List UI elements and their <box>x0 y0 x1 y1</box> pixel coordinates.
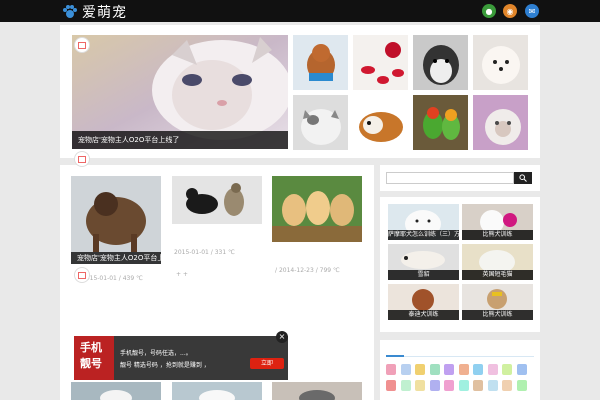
top-bar: 爱萌宠 ● ◉ ✉ <box>0 0 600 22</box>
featured-thumb-husky[interactable] <box>413 35 468 90</box>
post-photo-bottom-2[interactable] <box>172 382 262 400</box>
view-count: 439 ℃ <box>122 275 143 282</box>
post-date: 2014-12-23 <box>278 267 314 274</box>
sidebar-thumb-label[interactable]: 泰迪犬训练 <box>388 310 459 320</box>
sidebar-thumb-label[interactable]: 比熊犬训练 <box>462 310 533 320</box>
tag-item[interactable] <box>386 364 396 375</box>
tag-item[interactable] <box>415 380 425 391</box>
post-date: 2015-01-01 <box>174 249 209 256</box>
ad-banner[interactable]: 手机靓号 手机靓号，号码任选，...。 靓号 精选号码 ，抢到就是赚到 ， 立即 <box>74 336 288 380</box>
post-photo-dogs-play[interactable] <box>172 176 262 224</box>
ad-line-1: 手机靓号，号码任选，...。 <box>120 350 192 357</box>
featured-thumb-parrots[interactable] <box>413 95 468 150</box>
post-meta-3: / 2014-12-23 / 799 ℃ <box>275 267 340 274</box>
tag-item[interactable] <box>429 364 440 375</box>
featured-thumb-guineapig[interactable] <box>353 95 408 150</box>
site-name: 爱萌宠 <box>82 5 127 21</box>
sidebar-thumb-label[interactable]: 萨摩耶犬怎么训练（三）方法很简单 <box>388 230 459 240</box>
view-count: 799 ℃ <box>319 267 340 274</box>
tag-item[interactable] <box>444 364 454 375</box>
sidebar-thumb[interactable]: 比熊犬训练 <box>462 204 533 240</box>
tag-item[interactable] <box>444 380 454 391</box>
tag-item[interactable] <box>386 380 396 391</box>
sidebar-thumb[interactable]: 泰迪犬训练 <box>388 284 459 320</box>
sidebar-thumb-label[interactable]: 雪貂 <box>388 270 459 280</box>
weixin-icon[interactable]: ● <box>482 4 496 18</box>
sidebar-thumb[interactable]: 雪貂 <box>388 244 459 280</box>
featured-main-caption[interactable]: 宠物店'宠物主人O2O平台上线了 <box>72 131 288 149</box>
tag-item[interactable] <box>487 380 498 391</box>
tag-item[interactable] <box>516 364 527 375</box>
tag-item[interactable] <box>516 380 527 391</box>
tag-panel-accent <box>386 355 404 357</box>
tag-item[interactable] <box>458 364 469 375</box>
post-photo-bottom-3[interactable] <box>272 382 362 400</box>
sidebar-thumb[interactable]: 比熊犬训练 <box>462 284 533 320</box>
ad-badge: 手机靓号 <box>74 336 114 380</box>
mail-icon[interactable]: ✉ <box>525 4 539 18</box>
sidebar-thumb[interactable]: 英国短毛猫 <box>462 244 533 280</box>
post-extra: + + <box>176 271 188 278</box>
tag-panel-divider <box>386 356 534 357</box>
featured-thumb-kitten[interactable] <box>293 95 348 150</box>
featured-thumb-pomeranian[interactable] <box>473 35 528 90</box>
featured-main-photo[interactable]: 宠物店'宠物主人O2O平台上线了 <box>72 35 288 149</box>
search-icon <box>519 174 527 182</box>
tag-item[interactable] <box>502 380 512 391</box>
post-meta-2: 2015-01-01 / 331 ℃ <box>174 249 235 256</box>
paw-logo-icon <box>63 5 77 18</box>
featured-thumb-cat-pink[interactable] <box>473 95 528 150</box>
post-photo-bottom-1[interactable] <box>71 382 161 400</box>
tag-item[interactable] <box>473 380 483 391</box>
post-meta-1: 2015-01-01 / 439 ℃ <box>82 275 143 282</box>
sidebar-thumb-label[interactable]: 比熊犬训练 <box>462 230 533 240</box>
tag-item[interactable] <box>400 380 411 391</box>
featured-thumb-poodle[interactable] <box>293 35 348 90</box>
featured-thumb-roses[interactable] <box>353 35 408 90</box>
sidebar-thumb[interactable]: 萨摩耶犬怎么训练（三）方法很简单 <box>388 204 459 240</box>
tag-item[interactable] <box>458 380 469 391</box>
site-logo[interactable]: 爱萌宠 <box>62 2 127 22</box>
tag-item[interactable] <box>473 364 483 375</box>
tag-item[interactable] <box>502 364 512 375</box>
new-post-icon[interactable] <box>74 267 90 283</box>
ad-action-button[interactable]: 立即 <box>250 358 284 369</box>
post-photo-puppies[interactable] <box>272 176 362 242</box>
post-caption[interactable]: 宠物店'宠物主人O2O平台上线了 <box>71 252 161 264</box>
new-post-icon[interactable] <box>74 151 90 167</box>
post-photo-dog[interactable]: 宠物店'宠物主人O2O平台上线了 <box>71 176 161 264</box>
ad-line-2: 靓号 精选号码 ，抢到就是赚到 ， <box>120 362 210 369</box>
close-icon[interactable]: × <box>276 331 288 343</box>
search-input[interactable] <box>386 172 514 184</box>
tag-item[interactable] <box>400 364 411 375</box>
tag-item[interactable] <box>487 364 498 375</box>
search-button[interactable] <box>514 172 532 184</box>
sidebar-thumb-label[interactable]: 英国短毛猫 <box>462 270 533 280</box>
rss-icon[interactable]: ◉ <box>503 4 517 18</box>
new-post-icon[interactable] <box>74 37 90 53</box>
tag-item[interactable] <box>429 380 440 391</box>
tag-item[interactable] <box>415 364 425 375</box>
view-count: 331 ℃ <box>214 249 235 256</box>
